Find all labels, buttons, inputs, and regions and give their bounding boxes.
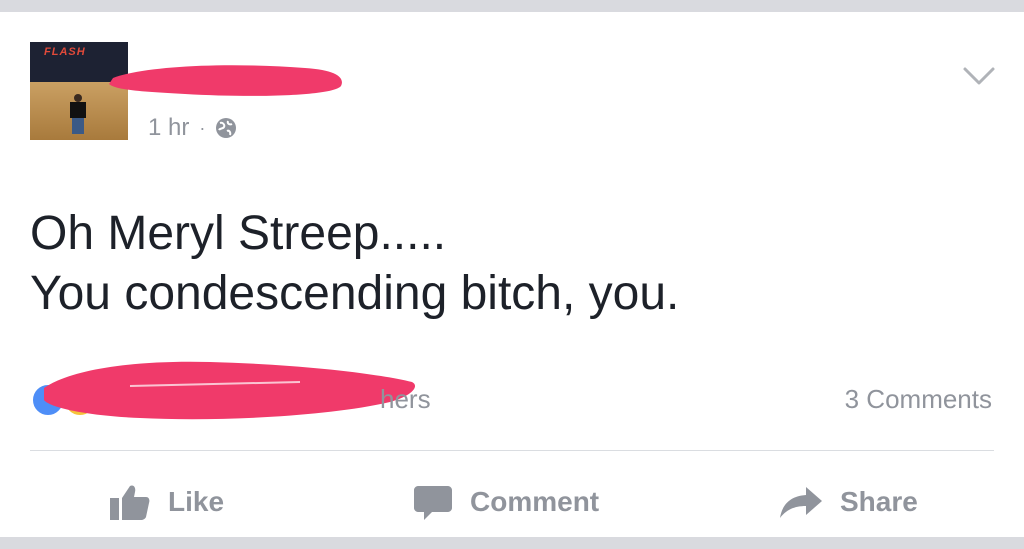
thumbs-up-icon xyxy=(110,485,150,520)
chevron-down-icon[interactable] xyxy=(962,64,996,88)
comment-button[interactable]: Comment xyxy=(414,482,599,522)
post-text: Oh Meryl Streep..... You condescending b… xyxy=(30,204,990,324)
divider xyxy=(30,450,994,451)
post-meta: 1 hr · xyxy=(148,114,237,142)
avatar-person xyxy=(70,94,86,134)
comment-icon xyxy=(414,486,452,520)
author-name-redaction xyxy=(109,65,342,96)
post-card: FLASH 1 hr · Oh Meryl Streep..... You co… xyxy=(0,12,1024,537)
share-button[interactable]: Share xyxy=(780,482,918,522)
globe-icon[interactable] xyxy=(215,117,237,139)
share-arrow-icon xyxy=(780,487,822,518)
comments-count[interactable]: 3 Comments xyxy=(845,384,992,415)
post-text-line-1: Oh Meryl Streep..... xyxy=(30,207,447,260)
share-button-label: Share xyxy=(840,486,918,517)
like-button-label: Like xyxy=(168,486,225,517)
comment-button-label: Comment xyxy=(470,486,600,517)
avatar-banner-text: FLASH xyxy=(44,46,86,58)
timestamp[interactable]: 1 hr xyxy=(148,114,189,142)
reactions-others-text[interactable]: hers xyxy=(380,384,431,415)
like-button[interactable]: Like xyxy=(110,482,224,522)
reactors-redaction xyxy=(44,361,416,420)
post-text-line-2: You condescending bitch, you. xyxy=(30,267,680,320)
meta-separator: · xyxy=(199,117,206,138)
